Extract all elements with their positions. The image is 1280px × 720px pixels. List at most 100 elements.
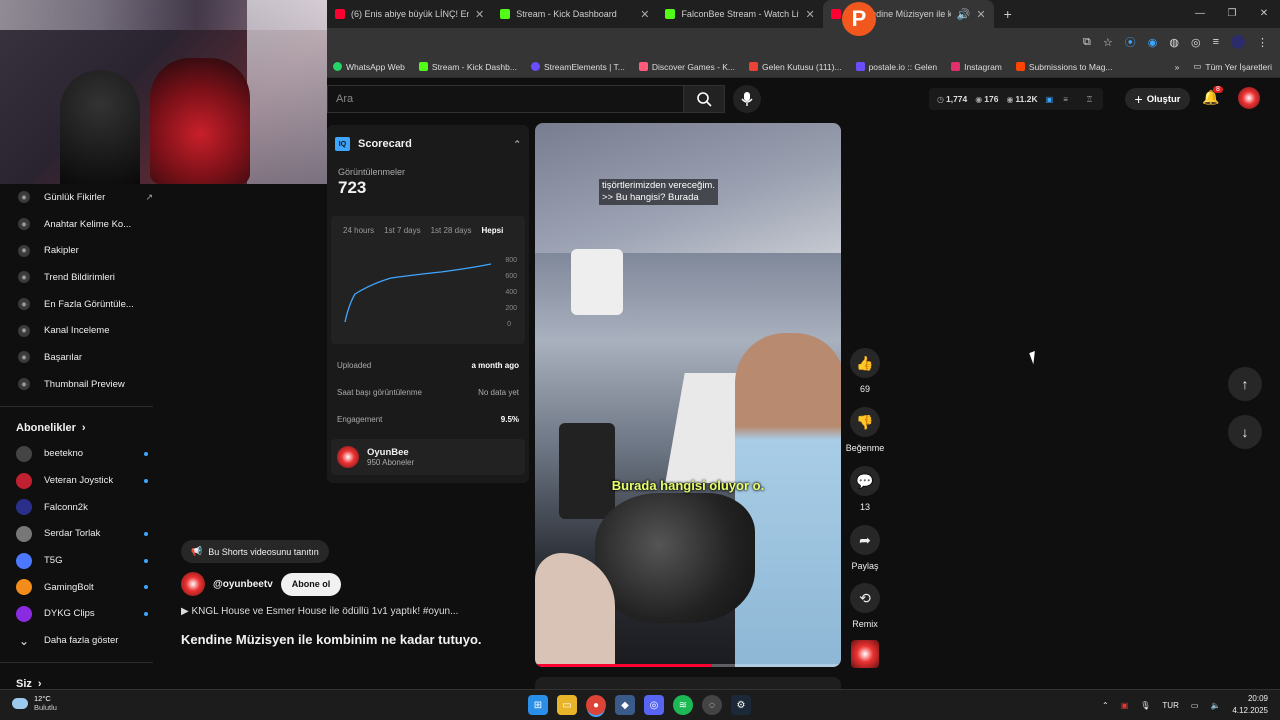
sidebar-tool-label: Anahtar Kelime Ko... xyxy=(44,218,132,230)
install-app-icon[interactable]: ⧉ xyxy=(1083,36,1091,49)
chrome-icon[interactable]: ● xyxy=(586,695,606,715)
channel-handle[interactable]: @oyunbeetv xyxy=(213,579,273,590)
extension-icon[interactable]: ◍ xyxy=(1169,36,1179,49)
subscription-item[interactable]: Veteran Joystick xyxy=(0,467,153,494)
monitor-icon[interactable]: ▭ xyxy=(1191,701,1199,710)
sidebar-tool-item[interactable]: ◉ En Fazla Görüntüle... xyxy=(0,291,153,318)
bookmark[interactable]: Submissions to Mag... xyxy=(1015,62,1113,72)
previous-short-button[interactable]: ↑ xyxy=(1228,367,1262,401)
app-icon[interactable]: ◌ xyxy=(702,695,722,715)
scorecard-header[interactable]: IQ Scorecard ⌃ xyxy=(327,125,529,163)
subscription-item[interactable]: Serdar Torlak xyxy=(0,521,153,548)
speaker-icon[interactable]: 🔊 xyxy=(957,8,971,21)
bookmarks-more-button[interactable]: » xyxy=(1175,62,1180,72)
app-icon[interactable]: ◆ xyxy=(615,695,635,715)
file-explorer-icon[interactable]: ▭ xyxy=(557,695,577,715)
minimize-icon[interactable]: — xyxy=(1184,0,1216,28)
sidebar-tool-item[interactable]: ◉ Thumbnail Preview xyxy=(0,371,153,398)
search-input[interactable]: Ara xyxy=(327,85,683,113)
close-icon[interactable]: ✕ xyxy=(475,8,484,21)
comments-button[interactable]: 💬 13 xyxy=(843,466,887,512)
menu-icon[interactable]: ⋮ xyxy=(1257,36,1268,49)
create-button[interactable]: + Oluştur xyxy=(1125,88,1190,110)
short-title[interactable]: Kendine Müzisyen ile kombinim ne kadar t… xyxy=(181,632,481,647)
share-button[interactable]: ➦ Paylaş xyxy=(843,525,887,571)
tray-app-icon[interactable]: ▣ xyxy=(1121,701,1129,710)
sidebar-tool-item[interactable]: ◉ Başarılar xyxy=(0,344,153,371)
browser-tab[interactable]: FalconBee Stream - Watch Live ✕ xyxy=(657,0,822,28)
account-avatar[interactable] xyxy=(1238,87,1260,109)
bookmark[interactable]: Gelen Kutusu (111)... xyxy=(749,62,842,72)
watch-time-value: 1,774 xyxy=(945,94,968,104)
spotify-icon[interactable]: ≋ xyxy=(673,695,693,715)
channel-stats-widget[interactable]: ◷ 1,774 ◉ 176 ◉ 11.2K ▣ ≡ ♖ xyxy=(929,88,1104,110)
range-tab[interactable]: 24 hours xyxy=(343,226,374,235)
close-icon[interactable]: ✕ xyxy=(805,8,814,21)
bookmark[interactable]: Discover Games - K... xyxy=(638,62,735,72)
close-icon[interactable]: ✕ xyxy=(976,8,985,21)
bookmark[interactable]: Stream - Kick Dashb... xyxy=(418,62,517,72)
subscribe-button[interactable]: Abone ol xyxy=(280,572,342,596)
remix-button[interactable]: ⟲ Remix xyxy=(843,583,887,629)
close-window-icon[interactable]: ✕ xyxy=(1248,0,1280,28)
dislike-button[interactable]: 👎 Beğenme xyxy=(843,407,887,453)
clock[interactable]: 20:09 4.12.2025 xyxy=(1232,693,1268,717)
notifications-button[interactable]: 🔔 8 xyxy=(1202,86,1223,109)
subscription-item[interactable]: T5G xyxy=(0,547,153,574)
close-icon[interactable]: ✕ xyxy=(640,8,649,21)
microphone-icon[interactable]: 🎙 xyxy=(1140,701,1150,710)
video-progress-bar[interactable] xyxy=(535,664,841,667)
sidebar-tool-item[interactable]: ◉ Trend Bildirimleri xyxy=(0,264,153,291)
extension-icon[interactable]: ◎ xyxy=(1191,36,1201,49)
extension-icon[interactable]: ◉ xyxy=(1148,36,1158,49)
extension-icon[interactable]: ⦿ xyxy=(1125,34,1136,50)
profile-avatar[interactable] xyxy=(1231,35,1245,49)
maximize-icon[interactable]: ❐ xyxy=(1216,0,1248,28)
pushbullet-icon[interactable]: P xyxy=(842,2,876,36)
bookmark[interactable]: postale.io :: Gelen xyxy=(855,62,937,72)
show-more-button[interactable]: ⌄ Daha fazla göster xyxy=(0,627,153,654)
star-icon[interactable]: ☆ xyxy=(1103,36,1113,49)
next-short-button[interactable]: ↓ xyxy=(1228,415,1262,449)
range-tab[interactable]: 1st 28 days xyxy=(431,226,472,235)
range-tab[interactable]: 1st 7 days xyxy=(384,226,420,235)
scorecard-channel[interactable]: OyunBee 950 Aboneler xyxy=(331,439,525,475)
browser-tab[interactable]: Stream - Kick Dashboard ✕ xyxy=(492,0,657,28)
language-indicator[interactable]: TUR xyxy=(1162,701,1178,710)
bookmark-label: Instagram xyxy=(964,61,1002,72)
voice-search-button[interactable] xyxy=(733,85,761,113)
channel-avatar[interactable] xyxy=(181,572,205,596)
sidebar-tool-item[interactable]: ◉ Anahtar Kelime Ko... xyxy=(0,211,153,238)
volume-icon[interactable]: 🔈 xyxy=(1210,701,1220,710)
bookmark[interactable]: WhatsApp Web xyxy=(333,62,405,72)
sidebar-tool-item[interactable]: ◉ Kanal Inceleme xyxy=(0,317,153,344)
channel-name: Veteran Joystick xyxy=(44,475,114,487)
sidebar-tool-item[interactable]: ◉ Rakipler xyxy=(0,237,153,264)
subscription-item[interactable]: beetekno xyxy=(0,441,153,468)
related-video-link[interactable]: ▶ KNGL House ve Esmer House ile ödüllü 1… xyxy=(181,606,481,617)
discord-icon[interactable]: ◎ xyxy=(644,695,664,715)
chevron-up-icon[interactable]: ⌃ xyxy=(1102,701,1109,710)
new-tab-button[interactable]: + xyxy=(1004,6,1012,22)
subscription-item[interactable]: DYKG Clips xyxy=(0,601,153,628)
chevron-up-icon[interactable]: ⌃ xyxy=(513,139,521,150)
subscription-item[interactable]: Falconn2k xyxy=(0,494,153,521)
bookmark[interactable]: StreamElements | T... xyxy=(530,62,625,72)
next-short-preview[interactable] xyxy=(535,677,841,689)
weather-widget[interactable]: 12°C Bulutlu xyxy=(12,694,57,712)
search-button[interactable] xyxy=(683,85,725,113)
promote-short-button[interactable]: 📢 Bu Shorts videosunu tanıtın xyxy=(181,540,329,563)
browser-tab[interactable]: (6) Enis abiye büyük LİNÇ! Eme ✕ xyxy=(327,0,492,28)
media-icon[interactable]: ≡ xyxy=(1213,36,1219,48)
shorts-video-player[interactable]: tişörtlerimizden vereceğim. >> Bu hangis… xyxy=(535,123,841,667)
sidebar-tool-item[interactable]: ◉ Günlük Fikirler ↗ xyxy=(0,184,153,211)
range-tab-active[interactable]: Hepsi xyxy=(482,226,504,235)
steam-icon[interactable]: ⚙ xyxy=(731,695,751,715)
all-bookmarks-label[interactable]: Tüm Yer İşaretleri xyxy=(1205,62,1272,72)
bookmark[interactable]: Instagram xyxy=(951,62,1002,72)
like-button[interactable]: 👍 69 xyxy=(843,348,887,394)
sound-avatar[interactable] xyxy=(851,640,879,668)
subscription-item[interactable]: GamingBolt xyxy=(0,574,153,601)
subscriptions-heading[interactable]: Abonelikler › xyxy=(0,415,153,441)
start-icon[interactable]: ⊞ xyxy=(528,695,548,715)
